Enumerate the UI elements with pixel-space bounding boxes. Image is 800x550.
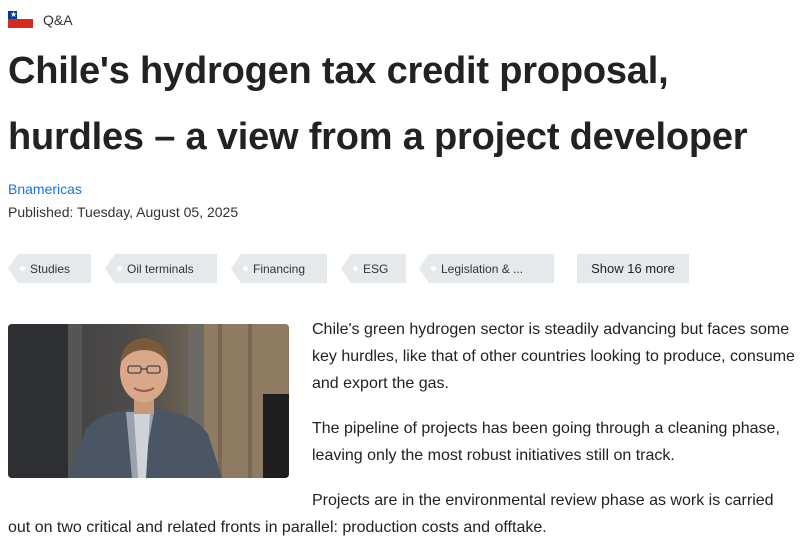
tag-oil-terminals[interactable]: Oil terminals bbox=[105, 254, 217, 283]
paragraph-2: The pipeline of projects has been going … bbox=[312, 420, 780, 464]
tag-financing[interactable]: Financing bbox=[231, 254, 327, 283]
tag-studies[interactable]: Studies bbox=[8, 254, 91, 283]
chile-flag-icon: ★ bbox=[8, 11, 33, 28]
published-date: Published: Tuesday, August 05, 2025 bbox=[8, 204, 239, 220]
section-label-text: Q&A bbox=[43, 11, 73, 28]
tag-esg[interactable]: ESG bbox=[341, 254, 406, 283]
article-photo bbox=[8, 324, 289, 478]
show-more-tags-button[interactable]: Show 16 more bbox=[577, 254, 689, 283]
paragraph-3: Projects are in the environmental review… bbox=[8, 492, 774, 536]
article-title: Chile's hydrogen tax credit proposal, hu… bbox=[8, 50, 748, 158]
section-label[interactable]: ★ Q&A bbox=[8, 11, 73, 28]
paragraph-1: Chile's green hydrogen sector is steadil… bbox=[312, 321, 795, 392]
source-link[interactable]: Bnamericas bbox=[8, 181, 82, 197]
article-page: ★ Q&A Chile's hydrogen tax credit propos… bbox=[0, 0, 800, 550]
tag-legislation[interactable]: Legislation & ... bbox=[419, 254, 554, 283]
